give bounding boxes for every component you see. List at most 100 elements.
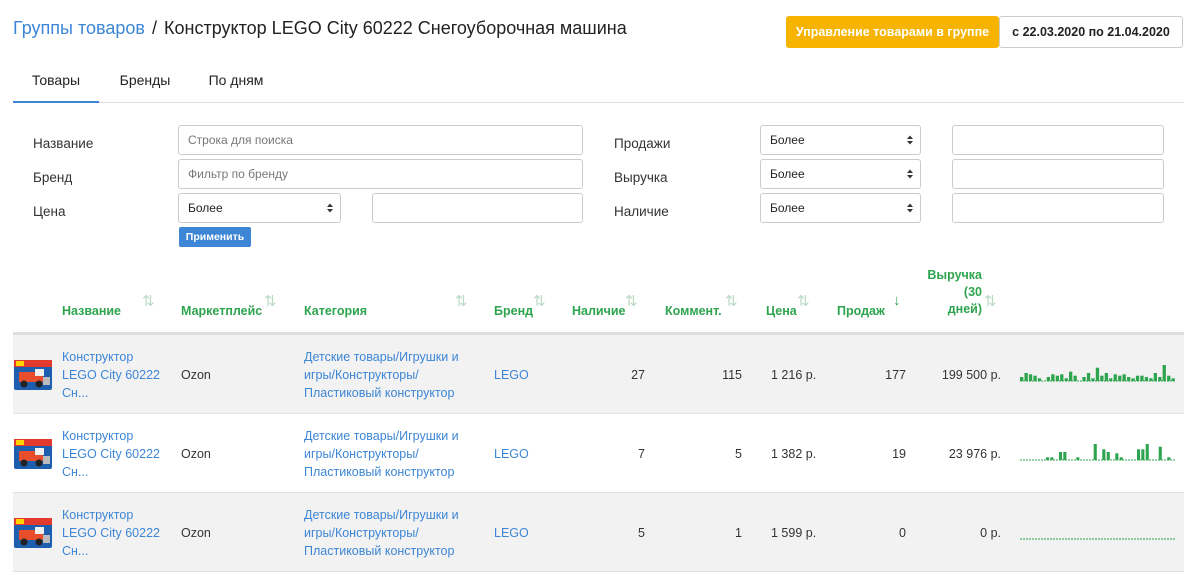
sparkline-bar <box>1118 375 1122 381</box>
column-header-marketplace[interactable]: Маркетплейс <box>181 303 262 320</box>
column-header-stock[interactable]: Наличие <box>572 303 626 320</box>
product-name-line: LEGO City 60222 <box>62 447 160 461</box>
table-row[interactable]: Конструктор LEGO City 60222 Сн... Ozon Д… <box>13 335 1184 414</box>
sparkline-bar <box>1100 375 1104 381</box>
column-header-category[interactable]: Категория <box>304 303 367 320</box>
sparkline-bar <box>1050 457 1054 460</box>
product-name-link[interactable]: Конструктор LEGO City 60222 Сн... <box>62 348 160 402</box>
sort-icon[interactable]: ⇅ <box>625 292 638 310</box>
sparkline-bar <box>1145 444 1149 460</box>
column-header-revenue[interactable]: Выручка (30 дней) <box>922 267 982 318</box>
product-name-link[interactable]: Конструктор LEGO City 60222 Сн... <box>62 506 160 560</box>
column-header-brand[interactable]: Бренд <box>494 303 533 320</box>
price-value-input[interactable] <box>372 193 583 223</box>
sparkline-bar <box>1091 378 1095 381</box>
sparkline-bar <box>1113 374 1117 381</box>
column-header-sales[interactable]: Продаж <box>837 303 885 320</box>
product-thumbnail-image[interactable] <box>13 436 53 472</box>
product-name-link[interactable]: Конструктор LEGO City 60222 Сн... <box>62 427 160 481</box>
category-line: игры/Конструкторы/ <box>304 447 419 461</box>
filter-stock-label: Наличие <box>614 204 669 219</box>
product-thumbnail-image[interactable] <box>13 515 53 551</box>
sparkline-bar <box>1024 373 1028 381</box>
sparkline-bar <box>1073 375 1077 381</box>
product-name-line: LEGO City 60222 <box>62 526 160 540</box>
sparkline-bar <box>1140 375 1144 381</box>
sales-value-input[interactable] <box>952 125 1164 155</box>
price-cell: 1 599 р. <box>771 526 817 540</box>
tab-bar: Товары Бренды По дням <box>13 60 1184 103</box>
manage-group-products-button[interactable]: Управление товарами в группе <box>786 16 999 48</box>
sales-cell: 19 <box>892 447 906 461</box>
sparkline-bar <box>1149 378 1153 381</box>
revenue-header-line: дней) <box>947 302 982 316</box>
comments-cell: 5 <box>735 447 742 461</box>
sort-icon[interactable]: ⇅ <box>142 292 155 310</box>
breadcrumb: Группы товаров / Конструктор LEGO City 6… <box>13 18 627 39</box>
category-line: игры/Конструкторы/ <box>304 526 419 540</box>
apply-filters-button[interactable]: Применить <box>179 227 251 247</box>
sparkline-bar <box>1055 375 1059 381</box>
column-header-price[interactable]: Цена <box>766 303 797 320</box>
brand-filter-input[interactable] <box>178 159 583 189</box>
revenue-value-input[interactable] <box>952 159 1164 189</box>
product-name-line: Конструктор <box>62 350 134 364</box>
tab-brands[interactable]: Бренды <box>105 60 185 103</box>
brand-link[interactable]: LEGO <box>494 366 529 384</box>
sparkline-bar <box>1033 375 1037 381</box>
product-name-line: Конструктор <box>62 429 134 443</box>
breadcrumb-link-product-groups[interactable]: Группы товаров <box>13 18 145 38</box>
sort-icon[interactable]: ⇅ <box>533 292 546 310</box>
price-cell: 1 382 р. <box>771 447 817 461</box>
sort-desc-icon[interactable]: ↓ <box>893 292 901 309</box>
category-line: игры/Конструкторы/ <box>304 368 419 382</box>
marketplace-cell: Ozon <box>181 368 211 382</box>
sparkline-bar <box>1141 449 1145 460</box>
sparkline-bar <box>1144 377 1149 381</box>
product-name-line: LEGO City 60222 <box>62 368 160 382</box>
revenue-header-line: Выручка <box>927 268 982 282</box>
sort-icon[interactable]: ⇅ <box>264 292 277 310</box>
table-row[interactable]: Конструктор LEGO City 60222 Сн... Ozon Д… <box>13 414 1184 493</box>
select-caret-icon <box>907 169 913 179</box>
category-link[interactable]: Детские товары/Игрушки и игры/Конструкто… <box>304 348 459 402</box>
select-caret-icon <box>907 203 913 213</box>
revenue-sparkline <box>1020 444 1176 461</box>
sales-compare-select[interactable]: Более <box>760 125 921 155</box>
revenue-header-line: (30 <box>963 285 982 299</box>
sparkline-bar <box>1069 371 1073 381</box>
sparkline-bar <box>1162 365 1166 381</box>
sort-icon[interactable]: ⇅ <box>725 292 738 310</box>
sort-icon[interactable]: ⇅ <box>984 292 997 310</box>
date-range-picker[interactable]: с 22.03.2020 по 21.04.2020 <box>999 16 1183 48</box>
tab-by-days[interactable]: По дням <box>193 60 279 103</box>
sort-icon[interactable]: ⇅ <box>797 292 810 310</box>
sparkline-bar <box>1064 378 1068 381</box>
brand-link[interactable]: LEGO <box>494 524 529 542</box>
name-search-input[interactable] <box>178 125 583 155</box>
sparkline-bar <box>1082 377 1086 381</box>
brand-link[interactable]: LEGO <box>494 445 529 463</box>
category-link[interactable]: Детские товары/Игрушки и игры/Конструкто… <box>304 506 459 560</box>
product-thumbnail-image[interactable] <box>13 357 53 393</box>
table-row[interactable]: Конструктор LEGO City 60222 Сн... Ozon Д… <box>13 493 1184 572</box>
price-compare-select[interactable]: Более <box>178 193 341 223</box>
stock-compare-select[interactable]: Более <box>760 193 921 223</box>
tab-products[interactable]: Товары <box>13 60 99 103</box>
stock-value-input[interactable] <box>952 193 1164 223</box>
product-name-line: Сн... <box>62 544 89 558</box>
stock-select-value: Более <box>770 201 805 215</box>
column-header-comments[interactable]: Коммент. <box>665 303 722 320</box>
sparkline-bar <box>1093 444 1097 460</box>
sales-cell: 177 <box>885 368 906 382</box>
filter-name-label: Название <box>33 136 94 151</box>
revenue-sparkline <box>1020 538 1176 540</box>
category-link[interactable]: Детские товары/Игрушки и игры/Конструкто… <box>304 427 459 481</box>
category-line: Пластиковый конструктор <box>304 544 455 558</box>
sparkline-bar <box>1028 374 1033 381</box>
sparkline-bar <box>1037 378 1042 381</box>
revenue-compare-select[interactable]: Более <box>760 159 921 189</box>
filter-sales-label: Продажи <box>614 136 671 151</box>
column-header-name[interactable]: Название <box>62 303 121 320</box>
sort-icon[interactable]: ⇅ <box>455 292 468 310</box>
